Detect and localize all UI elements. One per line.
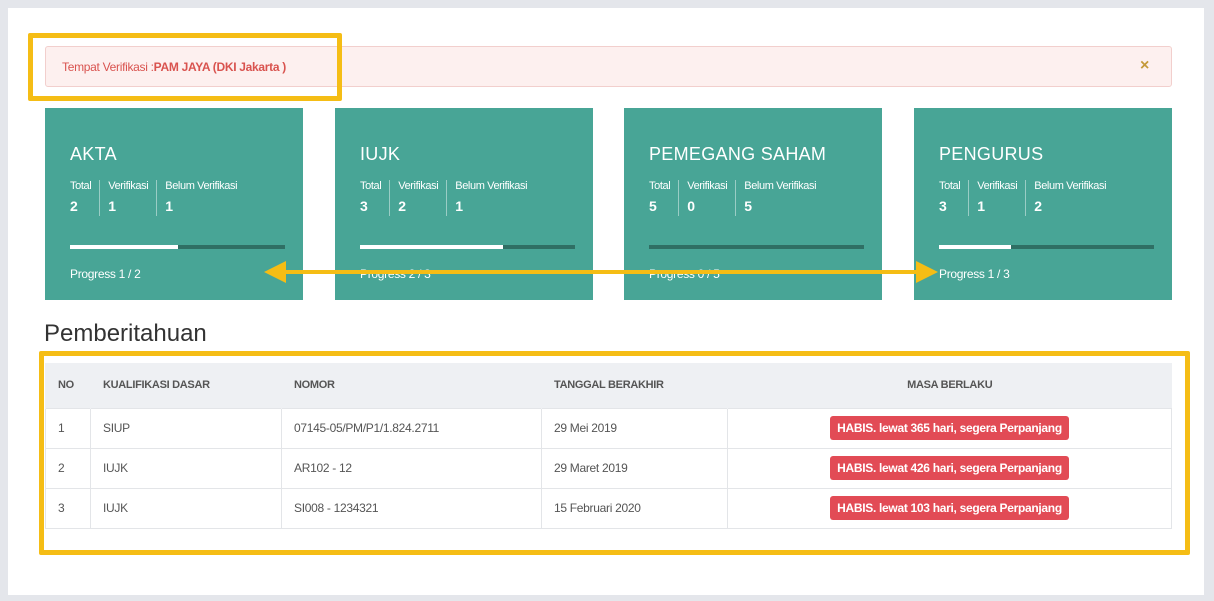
progress-text: Progress 1 / 2 [70, 267, 141, 281]
card-title: PENGURUS [939, 144, 1044, 164]
card-title: IUJK [360, 144, 401, 164]
close-icon[interactable]: × [1140, 58, 1149, 74]
card-stats: Total 5 Verifikasi 0 Belum Verifikasi 5 [649, 180, 832, 216]
stat-total-value: 2 [70, 198, 78, 214]
stat-belum-value: 5 [744, 198, 753, 214]
table-highlight-box [39, 351, 1190, 555]
stat-belum-value: 2 [1034, 198, 1043, 214]
stat-total-value: 3 [939, 198, 947, 214]
stat-verifikasi-value: 1 [977, 198, 986, 214]
stat-verifikasi-label: Verifikasi [398, 180, 439, 192]
progress-bar [70, 245, 285, 249]
card-pengurus: PENGURUS Total 3 Verifikasi 1 Belum Verifi… [914, 108, 1172, 300]
card-title: PEMEGANG SAHAM [649, 144, 827, 164]
stat-verifikasi-label: Verifikasi [687, 180, 728, 192]
stat-total-label: Total [649, 180, 671, 192]
progress-bar-fill [939, 245, 1011, 249]
stat-verifikasi-value: 1 [108, 198, 117, 214]
stat-total-value: 3 [360, 198, 368, 214]
progress-bar [649, 245, 864, 249]
progress-bar [939, 245, 1154, 249]
card-title: AKTA [70, 144, 117, 164]
stat-total-label: Total [939, 180, 961, 192]
stat-verifikasi-label: Verifikasi [977, 180, 1018, 192]
progress-bar-fill [70, 245, 178, 249]
card-stats: Total 3 Verifikasi 1 Belum Verifikasi 2 [939, 180, 1122, 216]
double-arrow-icon [264, 261, 938, 283]
stat-total-value: 5 [649, 198, 657, 214]
stat-verifikasi-label: Verifikasi [108, 180, 149, 192]
stat-belum-value: 1 [455, 198, 464, 214]
stat-belum-label: Belum Verifikasi [165, 180, 238, 192]
stat-verifikasi-value: 2 [398, 198, 407, 214]
card-stats: Total 2 Verifikasi 1 Belum Verifikasi 1 [70, 180, 253, 216]
stat-total-label: Total [70, 180, 92, 192]
progress-text: Progress 1 / 3 [939, 267, 1010, 281]
stat-verifikasi-value: 0 [687, 198, 696, 214]
card-stats: Total 3 Verifikasi 2 Belum Verifikasi 1 [360, 180, 543, 216]
progress-bar [360, 245, 575, 249]
stat-belum-value: 1 [165, 198, 174, 214]
alert-highlight-box [28, 33, 342, 101]
stat-belum-label: Belum Verifikasi [744, 180, 817, 192]
progress-bar-fill [360, 245, 504, 249]
section-title: Pemberitahuan [44, 320, 207, 347]
stat-belum-label: Belum Verifikasi [455, 180, 528, 192]
stat-total-label: Total [360, 180, 382, 192]
stat-belum-label: Belum Verifikasi [1034, 180, 1107, 192]
